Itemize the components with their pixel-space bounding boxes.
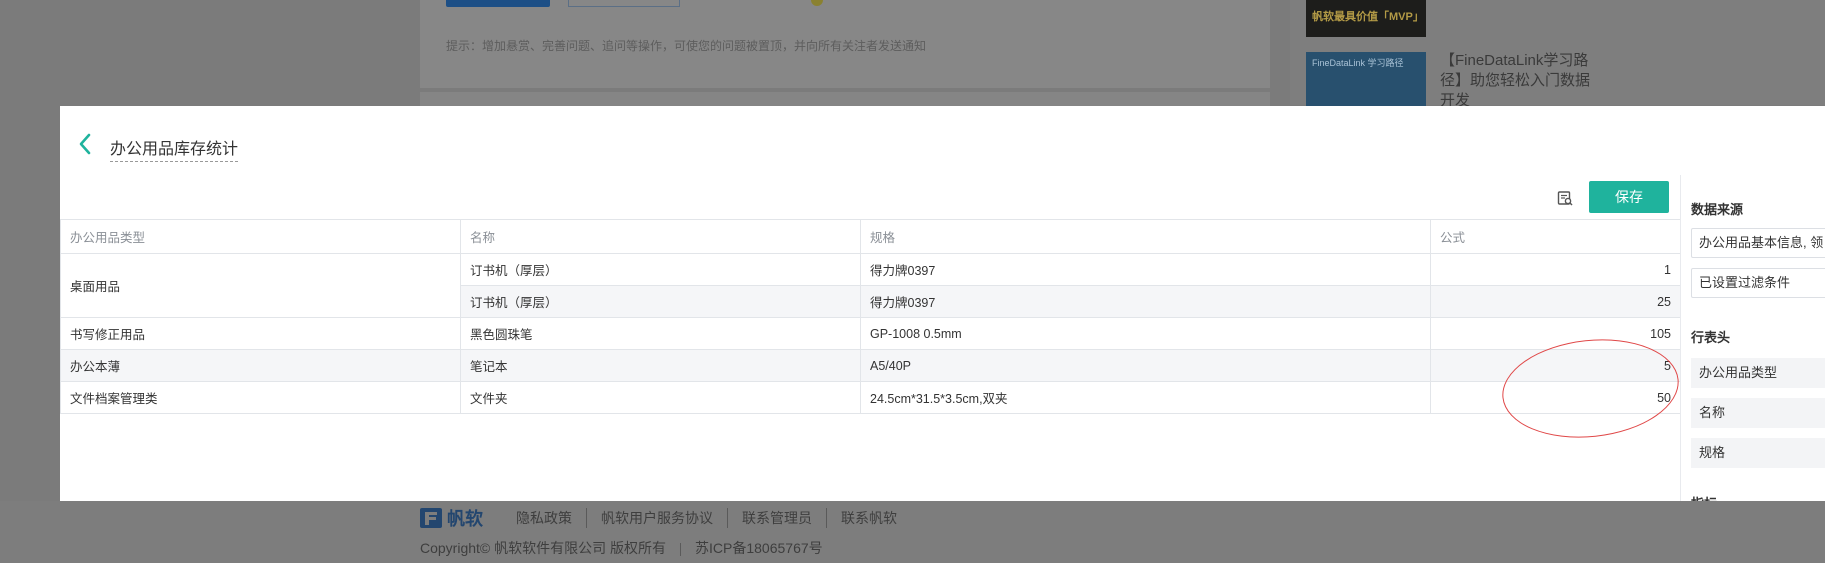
row-header-chip[interactable]: 名称 — [1691, 398, 1825, 428]
cell-formula[interactable]: 1 — [1430, 253, 1681, 286]
row-header-chip[interactable]: 规格 — [1691, 438, 1825, 468]
footer-links: 隐私政策 帆软用户服务协议 联系管理员 联系帆软 — [516, 508, 911, 528]
column-header-name[interactable]: 名称 — [460, 219, 861, 254]
footer-copyright: Copyright© 帆软软件有限公司 版权所有 苏ICP备18065767号 — [420, 538, 823, 558]
inventory-table: 办公用品类型 名称 规格 公式 桌面用品 订书机（厚层） 得力牌0397 1 订… — [60, 219, 1681, 414]
cell-type[interactable]: 办公本薄 — [60, 349, 461, 382]
cell-type[interactable]: 书写修正用品 — [60, 317, 461, 350]
question-tip: 提示：增加悬赏、完善问题、追问等操作，可使您的问题被置顶，并向所有关注者发送通知 — [446, 39, 927, 53]
footer-link-contact[interactable]: 联系帆软 — [826, 508, 911, 528]
metrics-label: 指标 — [1691, 493, 1717, 501]
table-row: 书写修正用品 黑色圆珠笔 GP-1008 0.5mm 105 — [60, 317, 1681, 350]
cell-spec[interactable]: 得力牌0397 — [860, 285, 1431, 318]
cell-spec[interactable]: 24.5cm*31.5*3.5cm,双夹 — [860, 381, 1431, 414]
modal-body: 保存 办公用品类型 名称 规格 公式 桌面用品 订书机（厚层） 得力牌0397 … — [60, 175, 1825, 501]
promo-banner[interactable]: 帆软最具价值「MVP」 — [1306, 0, 1426, 37]
icp-link[interactable]: 苏ICP备18065767号 — [695, 540, 823, 556]
secondary-button-bg — [568, 0, 680, 7]
row-header-label: 行表头 — [1691, 330, 1731, 345]
report-title[interactable]: 办公用品库存统计 — [110, 135, 239, 162]
copyright-text: Copyright© 帆软软件有限公司 版权所有 — [420, 540, 667, 556]
data-source-select[interactable]: 办公用品基本信息, 领 — [1691, 228, 1825, 258]
table-row: 文件档案管理类 文件夹 24.5cm*31.5*3.5cm,双夹 50 — [60, 381, 1681, 414]
cell-spec[interactable]: GP-1008 0.5mm — [860, 317, 1431, 350]
cell-name[interactable]: 订书机（厚层） — [460, 253, 861, 286]
footer-separator — [680, 542, 682, 556]
table-row: 办公本薄 笔记本 A5/40P 5 — [60, 349, 1681, 382]
preview-icon[interactable] — [1557, 190, 1573, 206]
promo-banner-text: 帆软最具价值「MVP」 — [1312, 11, 1424, 23]
cell-spec[interactable]: A5/40P — [860, 349, 1431, 382]
report-editor-modal: 办公用品库存统计 保存 办公用品类型 名称 规格 公式 桌面用品 订书机（厚层）… — [60, 106, 1825, 501]
cell-formula[interactable]: 25 — [1430, 285, 1681, 318]
toolbar: 保存 — [60, 175, 1680, 219]
article-title[interactable]: 【FineDataLink学习路径】助您轻松入门数据开发 — [1440, 51, 1590, 111]
report-preview-area: 保存 办公用品类型 名称 规格 公式 桌面用品 订书机（厚层） 得力牌0397 … — [60, 175, 1684, 501]
footer-link-privacy[interactable]: 隐私政策 — [516, 508, 586, 528]
cell-spec[interactable]: 得力牌0397 — [860, 253, 1431, 286]
filter-condition-button[interactable]: 已设置过滤条件 — [1691, 268, 1825, 298]
row-header-chip[interactable]: 办公用品类型 — [1691, 358, 1825, 388]
save-button[interactable]: 保存 — [1589, 181, 1669, 213]
footer-logo-text: 帆软 — [447, 509, 484, 529]
modal-header: 办公用品库存统计 — [60, 106, 1825, 175]
footer-logo: 帆软 — [420, 505, 483, 531]
cell-name[interactable]: 黑色圆珠笔 — [460, 317, 861, 350]
table-header-row: 办公用品类型 名称 规格 公式 — [60, 219, 1681, 254]
footer-link-admin[interactable]: 联系管理员 — [727, 508, 826, 528]
article-thumbnail-text: FineDataLink 学习路径 — [1312, 58, 1404, 68]
column-header-type[interactable]: 办公用品类型 — [60, 219, 461, 254]
article-thumbnail[interactable]: FineDataLink 学习路径 — [1306, 52, 1426, 107]
back-arrow-icon[interactable] — [76, 132, 94, 156]
cell-name[interactable]: 笔记本 — [460, 349, 861, 382]
data-source-label: 数据来源 — [1691, 202, 1744, 217]
cell-type[interactable]: 文件档案管理类 — [60, 381, 461, 414]
cell-formula[interactable]: 105 — [1430, 317, 1681, 350]
cell-formula[interactable]: 50 — [1430, 381, 1681, 414]
column-header-spec[interactable]: 规格 — [860, 219, 1431, 254]
footer — [0, 501, 1825, 563]
cell-name[interactable]: 文件夹 — [460, 381, 861, 414]
cell-formula[interactable]: 5 — [1430, 349, 1681, 382]
fanruan-logo-icon — [420, 508, 442, 528]
settings-panel: 数据来源 办公用品基本信息, 领 已设置过滤条件 行表头 办公用品类型 名称 规… — [1680, 175, 1825, 501]
table-row: 桌面用品 订书机（厚层） 得力牌0397 1 — [60, 253, 1681, 318]
cell-type[interactable]: 桌面用品 — [60, 253, 461, 318]
footer-link-agreement[interactable]: 帆软用户服务协议 — [586, 508, 727, 528]
cell-name[interactable]: 订书机（厚层） — [460, 285, 861, 318]
primary-button-bg — [446, 0, 550, 7]
column-header-formula[interactable]: 公式 — [1430, 219, 1681, 254]
